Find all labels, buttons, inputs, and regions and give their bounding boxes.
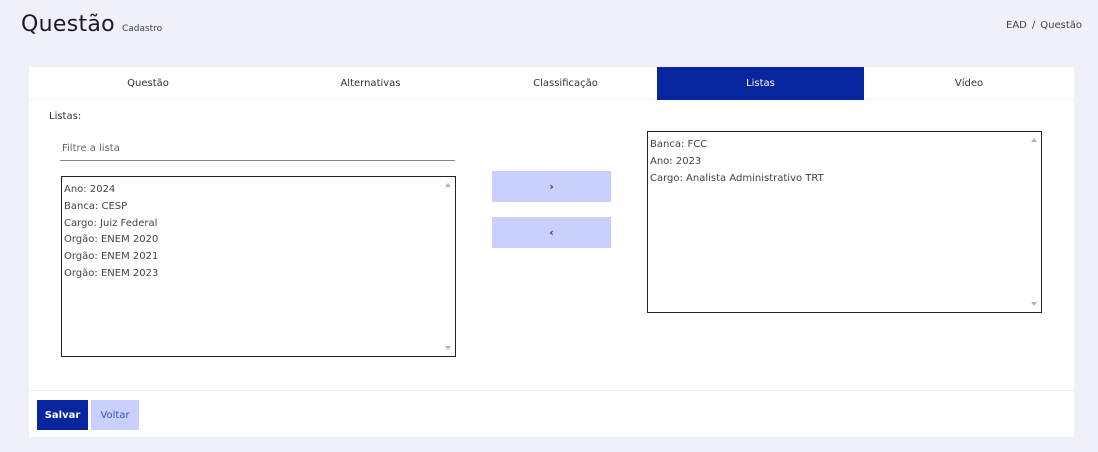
breadcrumb: EAD / Questão [1006,20,1082,31]
selected-list-scrollbar[interactable] [1027,132,1041,312]
back-button[interactable]: Voltar [91,400,139,430]
footer-divider [29,390,1074,391]
scroll-up-icon[interactable] [1031,138,1037,142]
list-item[interactable]: Orgão: ENEM 2021 [64,249,453,266]
tab-alternativas[interactable]: Alternativas [267,67,474,100]
tab-classificacao[interactable]: Classificação [474,67,657,100]
scroll-up-icon[interactable] [445,183,451,187]
page-subtitle: Cadastro [121,24,163,34]
save-button[interactable]: Salvar [37,400,88,430]
list-item[interactable]: Orgão: ENEM 2020 [64,232,453,249]
page-title: Questão [21,12,115,37]
available-list[interactable]: Ano: 2024 Banca: CESP Cargo: Juiz Federal O… [61,176,456,357]
list-item[interactable]: Banca: FCC [650,137,1039,154]
listas-label: Listas: [49,111,82,122]
available-list-scrollbar[interactable] [441,177,455,356]
tab-video[interactable]: Vídeo [864,67,1074,100]
tab-listas[interactable]: Listas [657,67,864,100]
breadcrumb-item-questao: Questão [1040,20,1082,31]
breadcrumb-item-ead[interactable]: EAD [1006,20,1027,31]
list-item[interactable]: Cargo: Juiz Federal [64,216,453,233]
filter-list-input[interactable] [60,137,455,161]
move-right-button[interactable]: › [492,171,611,202]
list-item[interactable]: Ano: 2024 [64,182,453,199]
scroll-down-icon[interactable] [1031,302,1037,306]
scroll-down-icon[interactable] [445,346,451,350]
move-left-button[interactable]: ‹ [492,217,611,248]
available-list-items: Ano: 2024 Banca: CESP Cargo: Juiz Federal O… [62,177,455,288]
list-item[interactable]: Cargo: Analista Administrativo TRT [650,171,1039,188]
list-item[interactable]: Ano: 2023 [650,154,1039,171]
list-item[interactable]: Orgão: ENEM 2023 [64,266,453,283]
breadcrumb-separator: / [1031,20,1036,31]
page-header: Questão Cadastro [21,12,162,37]
selected-list-items: Banca: FCC Ano: 2023 Cargo: Analista Admin… [648,132,1041,192]
list-item[interactable]: Banca: CESP [64,199,453,216]
tab-bar: Questão Alternativas Classificação Lista… [29,67,1074,100]
tab-questao[interactable]: Questão [29,67,267,100]
form-panel: Questão Alternativas Classificação Lista… [29,67,1074,437]
selected-list[interactable]: Banca: FCC Ano: 2023 Cargo: Analista Admin… [647,131,1042,313]
